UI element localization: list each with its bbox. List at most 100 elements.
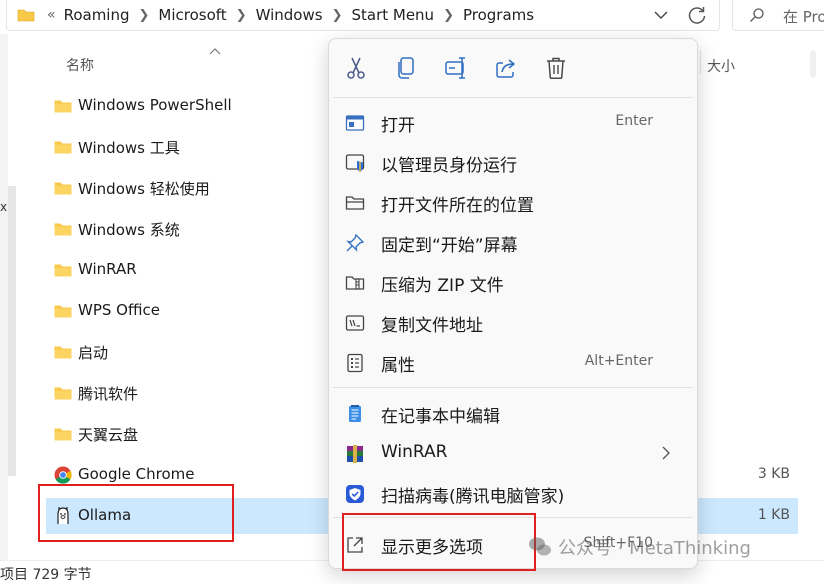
menu-item-scan-virus[interactable]: 扫描病毒(腾讯电脑管家) [333,474,693,512]
menu-item-properties[interactable]: 属性 Alt+Enter [333,343,693,381]
pin-icon [346,233,365,252]
cut-icon [347,57,365,79]
folder-icon [54,305,72,318]
menu-item-compress-zip[interactable]: 压缩为 ZIP 文件 [333,263,693,301]
menu-item-label: 固定到“开始”屏幕 [381,236,518,256]
watermark-text: 公众号 · MetaThinking [558,538,751,559]
delete-button[interactable] [541,53,571,83]
search-placeholder: 在 Pro [783,8,824,26]
wechat-icon [529,537,551,556]
file-name: Windows 轻松使用 [78,180,210,198]
cut-button[interactable] [341,53,371,83]
refresh-icon[interactable] [686,5,708,27]
folder-icon [54,141,72,154]
chevron-right-icon[interactable]: ❯ [139,8,150,23]
rename-icon [445,57,465,79]
context-menu-toolbar [329,39,697,97]
menu-item-label: WinRAR [381,442,448,462]
zip-icon [345,276,365,290]
address-bar-region: « Roaming ❯ Microsoft ❯ Windows ❯ Start … [0,0,824,34]
folder-icon [54,223,72,236]
folder-outline-icon [345,196,365,210]
scrollbar[interactable] [810,50,816,78]
share-icon [496,59,516,78]
folder-icon [54,428,72,441]
file-name: 天翼云盘 [78,426,139,444]
menu-item-winrar[interactable]: WinRAR [333,434,693,472]
menu-item-shortcut: Alt+Enter [584,353,653,369]
breadcrumb-item[interactable]: Microsoft [158,6,226,24]
file-name: Windows 系统 [78,221,180,239]
chevron-right-icon[interactable]: ❯ [332,8,343,23]
file-size: 3 KB [757,466,790,482]
column-divider[interactable] [700,50,701,74]
breadcrumb-item[interactable]: Windows [256,6,323,24]
file-size: 1 KB [757,507,790,523]
chrome-icon [54,466,72,484]
folder-icon [54,387,72,400]
folder-icon [54,346,72,359]
chevron-right-icon [662,446,670,460]
breadcrumb-item[interactable]: Programs [463,6,534,24]
navigation-pane-scrollbar[interactable] [8,186,16,476]
file-name: Ollama [78,506,132,524]
shield-icon [345,154,365,172]
notepad-icon [349,405,361,422]
winrar-icon [347,445,363,463]
context-menu: 打开 Enter 以管理员身份运行 打开文件所在的位置 固定到“开始”屏幕 压缩… [328,38,698,569]
menu-item-label: 打开 [381,116,415,136]
chevron-right-icon[interactable]: ❯ [443,8,454,23]
breadcrumb-overflow[interactable]: « [47,7,56,23]
file-name: Windows PowerShell [78,96,232,114]
navigation-pane-edge [0,34,8,582]
tencent-shield-icon [346,485,364,503]
copy-button[interactable] [391,53,421,83]
menu-item-label: 打开文件所在的位置 [381,196,534,216]
address-bar[interactable]: « Roaming ❯ Microsoft ❯ Windows ❯ Start … [6,0,720,31]
breadcrumb-item[interactable]: Start Menu [351,6,434,24]
menu-separator [333,387,693,388]
menu-item-run-as-admin[interactable]: 以管理员身份运行 [333,143,693,181]
copy-icon [398,57,414,79]
file-name: WPS Office [78,301,160,319]
file-name: Windows 工具 [78,139,180,157]
copy-path-icon [345,315,365,331]
menu-item-open-location[interactable]: 打开文件所在的位置 [333,183,693,221]
menu-item-pin-start[interactable]: 固定到“开始”屏幕 [333,223,693,261]
file-name: Google Chrome [78,465,195,483]
search-input[interactable]: 在 Pro [732,0,824,31]
menu-item-label: 显示更多选项 [381,538,483,558]
menu-item-edit-notepad[interactable]: 在记事本中编辑 [333,394,693,432]
menu-item-open[interactable]: 打开 Enter [333,103,693,141]
folder-icon [17,9,35,22]
rename-button[interactable] [441,53,471,83]
file-name: 腾讯软件 [78,385,139,403]
menu-item-shortcut: Enter [615,113,653,129]
open-icon [345,115,365,131]
menu-separator [333,517,693,518]
breadcrumb-item[interactable]: Roaming [64,6,130,24]
menu-item-copy-path[interactable]: 复制文件地址 [333,303,693,341]
share-button[interactable] [491,53,521,83]
file-name: WinRAR [78,260,137,278]
properties-icon [347,353,363,373]
watermark: 公众号 · MetaThinking [528,534,751,560]
search-icon [750,8,764,22]
truncated-text: x [0,200,8,214]
status-text: 项目 729 字节 [0,567,92,583]
menu-item-label: 扫描病毒(腾讯电脑管家) [381,487,565,507]
menu-item-label: 以管理员身份运行 [381,156,517,176]
menu-item-label: 属性 [381,356,415,376]
chevron-right-icon[interactable]: ❯ [236,8,247,23]
column-header-name[interactable]: 名称 [66,55,94,75]
folder-icon [54,264,72,277]
menu-item-label: 压缩为 ZIP 文件 [381,276,504,296]
folder-icon [54,100,72,113]
breadcrumb: « Roaming ❯ Microsoft ❯ Windows ❯ Start … [47,6,534,24]
menu-item-label: 在记事本中编辑 [381,407,500,427]
chevron-down-icon[interactable] [653,7,669,23]
delete-icon [547,57,565,80]
file-name: 启动 [78,344,109,362]
column-header-size[interactable]: 大小 [707,56,735,76]
menu-separator [333,97,693,98]
